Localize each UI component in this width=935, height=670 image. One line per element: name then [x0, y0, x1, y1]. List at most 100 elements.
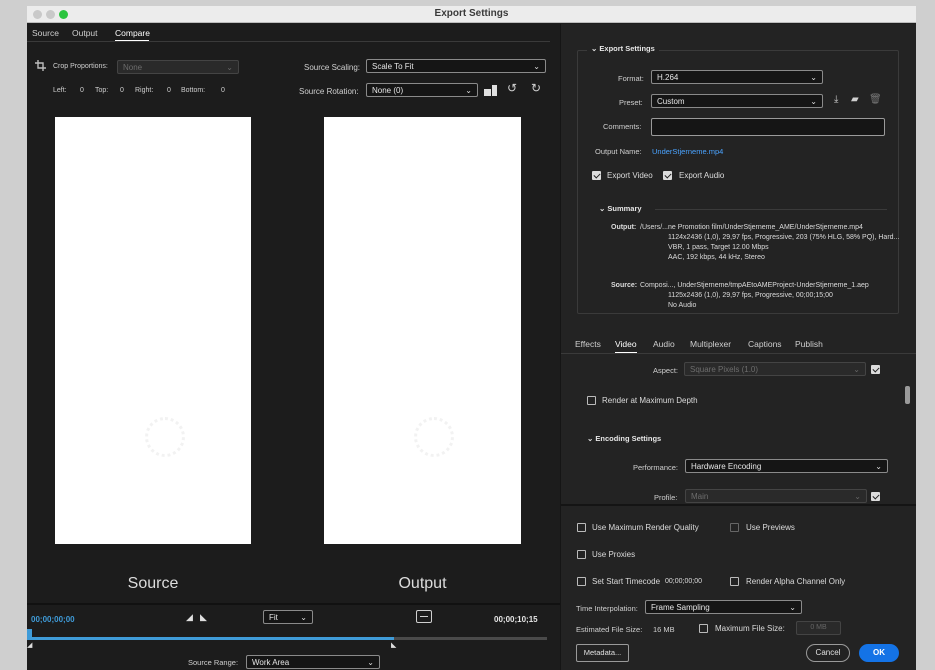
max-file-size-field[interactable]: 0 MB [796, 621, 841, 635]
tab-audio[interactable]: Audio [653, 339, 675, 349]
ok-button[interactable]: OK [859, 644, 899, 662]
crop-right-value[interactable]: 0 [167, 87, 171, 94]
time-interpolation-select[interactable]: Frame Sampling ⌄ [645, 600, 802, 614]
zoom-select[interactable]: Fit ⌄ [263, 610, 313, 624]
format-value: H.264 [657, 73, 679, 82]
work-area-start-handle[interactable]: ◢ [27, 641, 32, 649]
zoom-value: Fit [269, 613, 278, 622]
chevron-down-icon: ⌄ [854, 492, 861, 501]
duration-timecode: 00;00;10;15 [494, 615, 538, 624]
playhead[interactable] [27, 629, 32, 637]
crop-left-value[interactable]: 0 [80, 87, 84, 94]
loading-spinner-icon [145, 417, 185, 457]
crop-icon[interactable] [35, 60, 46, 71]
work-area-bar[interactable] [27, 637, 394, 640]
tab-captions[interactable]: Captions [748, 339, 782, 349]
use-previews-checkbox[interactable] [730, 523, 739, 532]
summary-header[interactable]: ⌄ Summary [599, 204, 642, 213]
delete-preset-icon[interactable]: 🗑 [869, 94, 882, 105]
export-video-label: Export Video [607, 171, 653, 180]
source-scaling-value: Scale To Fit [372, 62, 414, 71]
use-proxies-checkbox[interactable] [577, 550, 586, 559]
export-audio-label: Export Audio [679, 171, 725, 180]
cancel-button[interactable]: Cancel [806, 644, 850, 662]
set-start-timecode-checkbox[interactable] [577, 577, 586, 586]
profile-label: Profile: [654, 493, 678, 502]
tabs-divider [27, 41, 550, 42]
time-interpolation-value: Frame Sampling [651, 603, 710, 612]
chevron-down-icon: ⌄ [599, 204, 606, 213]
rotate-left-icon[interactable]: ↺ [507, 81, 517, 95]
use-previews-label: Use Previews [746, 523, 795, 532]
source-range-label: Source Range: [188, 658, 239, 667]
tab-source[interactable]: Source [32, 28, 59, 38]
rotate-right-icon[interactable]: ↻ [531, 81, 541, 95]
export-audio-checkbox[interactable] [663, 171, 672, 180]
tab-video[interactable]: Video [615, 339, 637, 349]
render-max-depth-checkbox[interactable] [587, 396, 596, 405]
render-alpha-checkbox[interactable] [730, 577, 739, 586]
chevron-down-icon: ⌄ [300, 613, 307, 622]
metadata-button[interactable]: Metadata... [576, 644, 629, 662]
output-name-link[interactable]: UnderStjerneme.mp4 [652, 147, 723, 156]
title-bar: Export Settings [27, 6, 916, 23]
export-settings-header[interactable]: ⌄ Export Settings [587, 44, 659, 53]
estimated-file-size-value: 16 MB [653, 625, 675, 634]
aspect-toggle-icon[interactable] [416, 610, 432, 623]
scrollbar-thumb[interactable] [905, 386, 910, 404]
tab-output[interactable]: Output [72, 28, 98, 38]
save-preset-icon[interactable]: ⤓ [834, 94, 838, 105]
aspect-label: Aspect: [653, 366, 679, 375]
crop-proportions-select[interactable]: None ⌄ [117, 60, 239, 74]
import-preset-icon[interactable]: ▰ [851, 94, 859, 105]
tab-compare[interactable]: Compare [115, 28, 150, 38]
encoding-settings-title: Encoding Settings [595, 434, 662, 443]
preset-label: Preset: [619, 98, 643, 107]
crop-bottom-label: Bottom: [181, 87, 206, 94]
chevron-down-icon: ⌄ [533, 62, 540, 71]
current-timecode[interactable]: 00;00;00;00 [31, 615, 75, 624]
set-start-timecode-label: Set Start Timecode [592, 577, 661, 586]
crop-right-label: Right: [135, 87, 154, 94]
preset-select[interactable]: Custom ⌄ [651, 94, 823, 108]
source-rotation-value: None (0) [372, 86, 404, 95]
crop-top-value[interactable]: 0 [120, 87, 124, 94]
flip-icon[interactable] [484, 85, 497, 96]
profile-select[interactable]: Main ⌄ [685, 489, 867, 503]
source-scaling-select[interactable]: Scale To Fit ⌄ [366, 59, 546, 73]
output-preview-frame [324, 117, 521, 544]
tab-multiplexer[interactable]: Multiplexer [690, 339, 731, 349]
window-title: Export Settings [434, 8, 509, 19]
encoding-settings-header[interactable]: ⌄ Encoding Settings [587, 434, 661, 443]
chevron-down-icon: ⌄ [810, 97, 817, 106]
set-out-point-icon[interactable]: ◣ [200, 612, 207, 623]
export-settings-group [577, 50, 899, 314]
chevron-down-icon: ⌄ [875, 462, 882, 471]
performance-select[interactable]: Hardware Encoding ⌄ [685, 459, 888, 473]
start-timecode-field[interactable]: 00;00;00;00 [665, 578, 702, 585]
comments-field[interactable] [651, 118, 885, 136]
source-rotation-select[interactable]: None (0) ⌄ [366, 83, 478, 97]
render-alpha-label: Render Alpha Channel Only [746, 577, 846, 586]
profile-match-checkbox[interactable] [871, 492, 880, 501]
source-range-value: Work Area [252, 658, 290, 667]
max-render-quality-checkbox[interactable] [577, 523, 586, 532]
aspect-select[interactable]: Square Pixels (1.0) ⌄ [684, 362, 866, 376]
set-in-point-icon[interactable]: ◢ [186, 612, 193, 623]
export-video-checkbox[interactable] [592, 171, 601, 180]
work-area-end-handle[interactable]: ◣ [391, 641, 396, 649]
tab-publish[interactable]: Publish [795, 339, 823, 349]
performance-value: Hardware Encoding [691, 462, 762, 471]
crop-bottom-value[interactable]: 0 [221, 87, 225, 94]
aspect-match-checkbox[interactable] [871, 365, 880, 374]
loading-spinner-icon [414, 417, 454, 457]
summary-source-line-2: 1125x2436 (1,0), 29,97 fps, Progressive,… [668, 292, 833, 299]
tab-effects[interactable]: Effects [575, 339, 601, 349]
chevron-down-icon: ⌄ [810, 73, 817, 82]
max-file-size-checkbox[interactable] [699, 624, 708, 633]
chevron-down-icon: ⌄ [587, 434, 594, 443]
estimated-file-size-label: Estimated File Size: [576, 625, 643, 634]
format-select[interactable]: H.264 ⌄ [651, 70, 823, 84]
bottom-divider [561, 504, 916, 506]
source-range-select[interactable]: Work Area ⌄ [246, 655, 380, 669]
